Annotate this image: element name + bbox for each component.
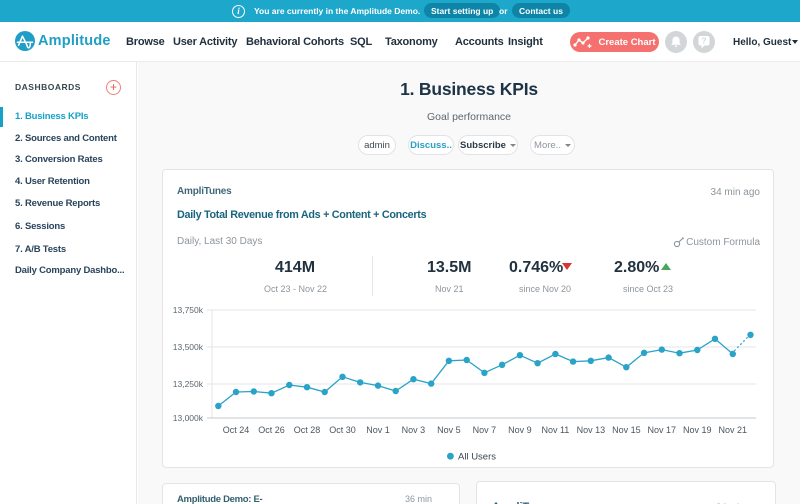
svg-text:Nov 11: Nov 11 [541, 425, 569, 435]
svg-text:13,000k: 13,000k [173, 413, 204, 423]
svg-text:Nov 1: Nov 1 [366, 425, 390, 435]
svg-text:Nov 5: Nov 5 [437, 425, 461, 435]
svg-text:?: ? [701, 36, 706, 46]
svg-text:Nov 19: Nov 19 [683, 425, 712, 435]
svg-text:Nov 9: Nov 9 [508, 425, 532, 435]
svg-text:Oct 28: Oct 28 [294, 425, 321, 435]
svg-text:Nov 13: Nov 13 [577, 425, 606, 435]
svg-text:Nov 7: Nov 7 [473, 425, 497, 435]
svg-text:Nov 17: Nov 17 [648, 425, 677, 435]
svg-text:13,250k: 13,250k [173, 379, 204, 389]
svg-text:13,750k: 13,750k [173, 305, 204, 315]
svg-text:Oct 30: Oct 30 [329, 425, 356, 435]
svg-text:Nov 21: Nov 21 [719, 425, 748, 435]
svg-text:13,500k: 13,500k [173, 342, 204, 352]
svg-text:All Users: All Users [458, 452, 496, 463]
svg-text:Oct 26: Oct 26 [258, 425, 285, 435]
svg-text:Nov 15: Nov 15 [612, 425, 641, 435]
svg-text:Nov 3: Nov 3 [402, 425, 426, 435]
svg-text:Oct 24: Oct 24 [223, 425, 250, 435]
